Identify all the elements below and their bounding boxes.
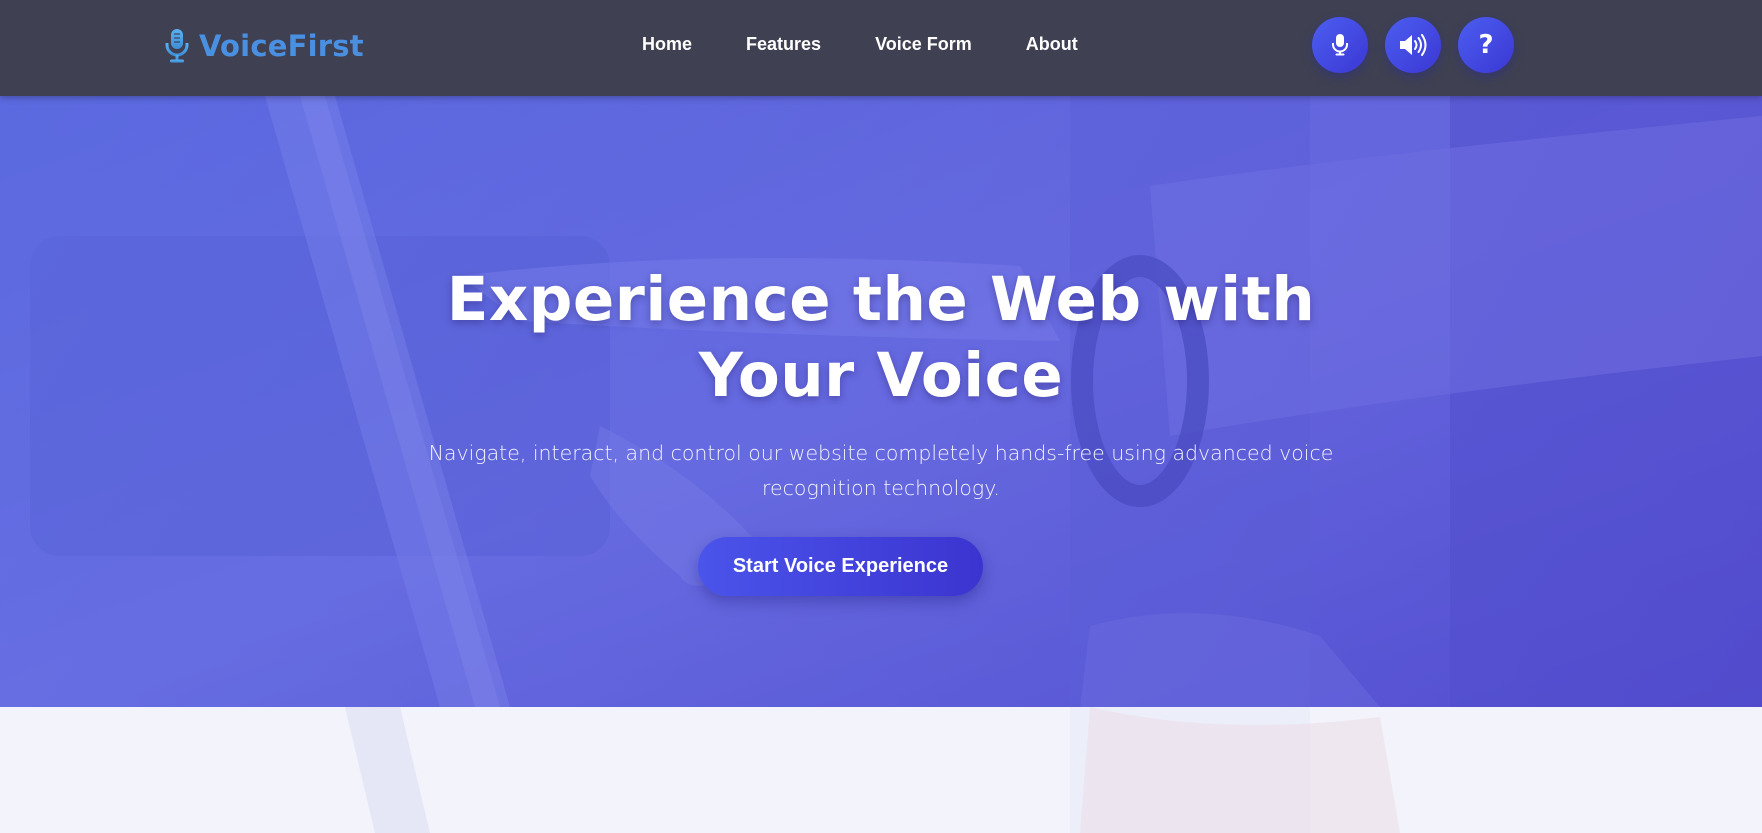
hero-title: Experience the Web with Your Voice	[381, 262, 1381, 414]
logo[interactable]: VoiceFirst	[165, 26, 364, 66]
hero-title-line-1: Experience the Web with	[446, 264, 1316, 335]
help-icon: ?	[1478, 30, 1494, 60]
hero-title-line-2: Your Voice	[698, 340, 1064, 411]
lower-background-image	[345, 707, 1400, 833]
nav-home[interactable]: Home	[642, 34, 692, 55]
brand-name: VoiceFirst	[199, 29, 364, 63]
help-button[interactable]: ?	[1458, 17, 1514, 73]
nav-about[interactable]: About	[1026, 34, 1078, 55]
microphone-icon	[1332, 34, 1348, 56]
lower-section-background	[0, 707, 1762, 833]
nav-voice-form[interactable]: Voice Form	[875, 34, 972, 55]
voice-command-button[interactable]	[1312, 17, 1368, 73]
text-to-speech-button[interactable]	[1385, 17, 1441, 73]
start-voice-experience-button[interactable]: Start Voice Experience	[698, 537, 983, 596]
top-navbar: VoiceFirst Home Features Voice Form Abou…	[0, 0, 1762, 96]
hero-subtitle-line-2: recognition technology.	[762, 476, 1000, 500]
hero-subtitle: Navigate, interact, and control our webs…	[381, 436, 1381, 506]
microphone-logo-icon	[165, 29, 189, 63]
speaker-icon	[1400, 34, 1427, 56]
hero-subtitle-line-1: Navigate, interact, and control our webs…	[428, 441, 1334, 465]
nav-features[interactable]: Features	[746, 34, 821, 55]
main-nav: Home Features Voice Form About	[642, 34, 1078, 55]
